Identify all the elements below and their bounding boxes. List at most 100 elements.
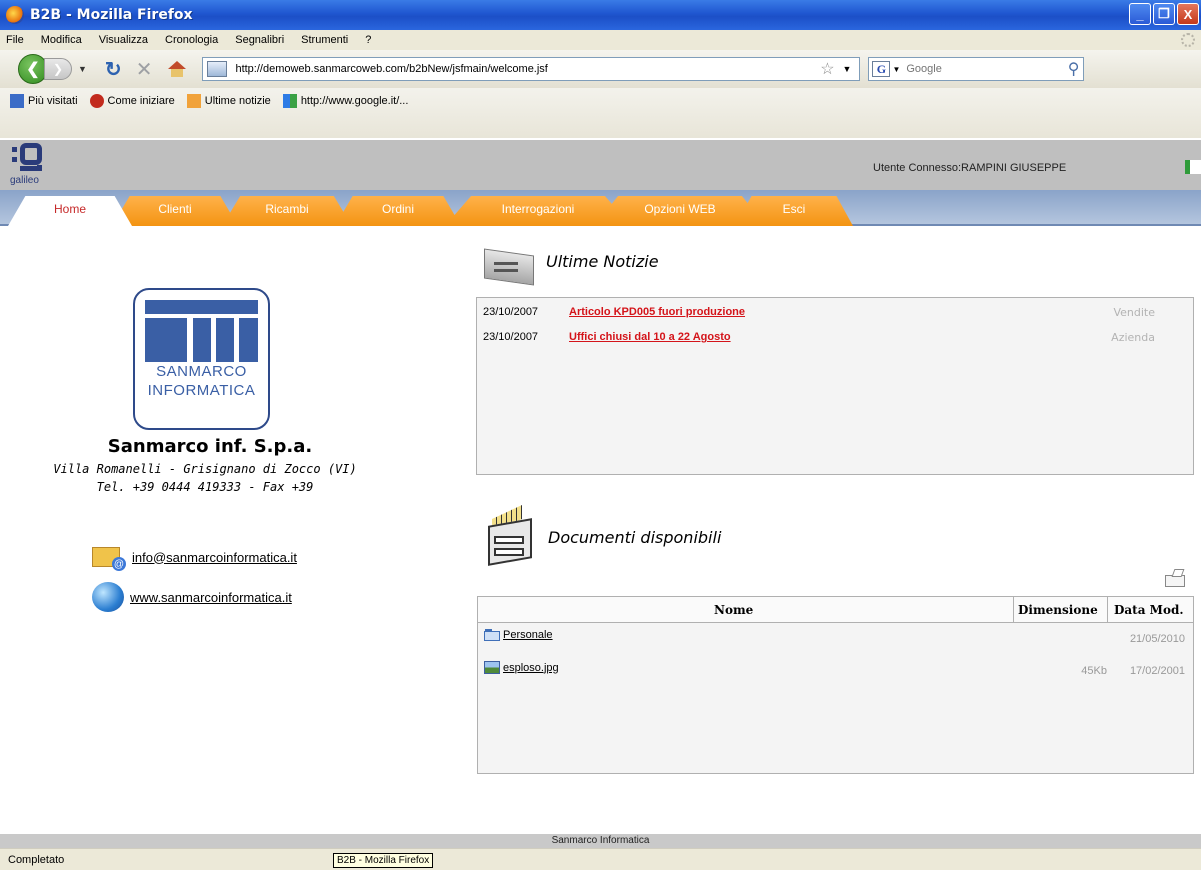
logo-text: galileo	[10, 175, 39, 186]
arrow-right-icon: ❯	[52, 62, 64, 76]
sanmarco-logo: SANMARCO INFORMATICA	[133, 288, 270, 430]
bookmarks-toolbar: Più visitati Come iniziare Ultime notizi…	[0, 88, 1201, 138]
email-icon: @	[92, 543, 126, 571]
url-bar[interactable]: http://demoweb.sanmarcoweb.com/b2bNew/js…	[202, 57, 861, 81]
menu-modifica[interactable]: Modifica	[41, 34, 82, 46]
search-icon[interactable]: ⚲	[1068, 59, 1080, 79]
menu-cronologia[interactable]: Cronologia	[165, 34, 218, 46]
bookmark-getting-started[interactable]: Come iniziare	[89, 94, 175, 108]
search-engine-dropdown-icon[interactable]: ▼	[892, 65, 900, 74]
arrow-left-icon: ❮	[26, 61, 40, 78]
main-tab-bar: Esci Opzioni WEB Interrogazioni Ordini R…	[0, 190, 1201, 226]
getting-started-icon	[89, 94, 104, 108]
image-file-icon	[484, 661, 500, 674]
folder-icon	[484, 629, 500, 641]
document-name: esploso.jpg	[484, 661, 559, 674]
taskbar-tooltip: B2B - Mozilla Firefox	[333, 853, 434, 868]
status-bar: Completato B2B - Mozilla Firefox	[0, 848, 1201, 870]
bookmark-latest-news[interactable]: Ultime notizie	[186, 94, 271, 108]
forward-button[interactable]: ❯	[44, 58, 72, 80]
document-name: Personale	[484, 629, 553, 641]
window-controls: _ ❐ X	[1129, 3, 1199, 25]
news-category: Azienda	[1111, 331, 1155, 344]
documents-table: Nome Dimensione Data Mod. Personale 21/0…	[477, 596, 1194, 774]
menu-strumenti[interactable]: Strumenti	[301, 34, 348, 46]
news-category: Vendite	[1113, 306, 1155, 319]
home-icon[interactable]	[168, 61, 187, 77]
bookmark-label: Più visitati	[28, 95, 78, 107]
document-date: 21/05/2010	[1129, 633, 1185, 645]
app-footer: Sanmarco Informatica	[0, 834, 1201, 848]
email-contact: @ info@sanmarcoinformatica.it	[92, 543, 297, 571]
window-title: B2B - Mozilla Firefox	[30, 7, 193, 23]
reload-icon[interactable]: ↻	[105, 57, 122, 82]
url-dropdown-icon[interactable]: ▼	[843, 64, 852, 74]
news-item: 23/10/2007 Articolo KPD005 fuori produzi…	[483, 306, 1183, 322]
bookmark-star-icon[interactable]: ☆	[820, 59, 834, 79]
menu-bar: File Modifica Visualizza Cronologia Segn…	[0, 30, 1201, 50]
galileo-logo: galileo	[10, 141, 50, 187]
logo-line-2: INFORMATICA	[147, 382, 256, 399]
most-visited-icon	[10, 94, 24, 108]
file-cabinet-icon	[482, 505, 540, 566]
connected-user-label: Utente Connesso:RAMPINI GIUSEPPE	[873, 162, 1067, 174]
document-date: 17/02/2001	[1129, 665, 1185, 677]
app-header: galileo Utente Connesso:RAMPINI GIUSEPPE	[0, 140, 1201, 190]
menu-help[interactable]: ?	[365, 34, 371, 46]
firefox-logo-icon	[6, 6, 24, 24]
column-header-size[interactable]: Dimensione	[1018, 603, 1098, 617]
maximize-button[interactable]: ❐	[1153, 3, 1175, 25]
news-title: Ultime Notizie	[546, 252, 659, 271]
minimize-button[interactable]: _	[1129, 3, 1151, 25]
tab-ordini[interactable]: Ordini	[335, 196, 461, 226]
column-header-name[interactable]: Nome	[714, 603, 753, 617]
tab-interrogazioni[interactable]: Interrogazioni	[445, 196, 631, 226]
throbber-icon	[1181, 33, 1195, 47]
documents-title: Documenti disponibili	[548, 528, 722, 547]
document-link[interactable]: esploso.jpg	[503, 662, 559, 674]
news-link[interactable]: Uffici chiusi dal 10 a 22 Agosto	[569, 331, 731, 343]
news-date: 23/10/2007	[483, 331, 539, 343]
menu-visualizza[interactable]: Visualizza	[99, 34, 148, 46]
search-box[interactable]: G ▼ ⚲	[868, 57, 1085, 81]
site-identity-icon[interactable]	[207, 61, 228, 77]
tab-ricambi[interactable]: Ricambi	[222, 196, 352, 226]
bookmark-label: http://www.google.it/...	[300, 95, 409, 107]
menu-segnalibri[interactable]: Segnalibri	[235, 34, 284, 46]
menu-file[interactable]: File	[6, 34, 24, 46]
bookmark-label: Ultime notizie	[204, 95, 271, 107]
search-input[interactable]	[906, 63, 1057, 75]
italian-flag-icon[interactable]	[1185, 160, 1201, 174]
tab-home[interactable]: Home	[8, 196, 132, 226]
website-link[interactable]: www.sanmarcoinformatica.it	[130, 590, 292, 605]
rss-feed-icon	[186, 94, 201, 108]
table-row[interactable]: esploso.jpg 45Kb 17/02/2001	[478, 657, 1193, 679]
url-text[interactable]: http://demoweb.sanmarcoweb.com/b2bNew/js…	[235, 63, 820, 75]
table-row[interactable]: Personale 21/05/2010	[478, 625, 1193, 647]
stop-icon[interactable]: ✕	[136, 57, 153, 82]
document-size: 45Kb	[1081, 665, 1107, 677]
tab-clienti[interactable]: Clienti	[112, 196, 238, 226]
window-title-bar: B2B - Mozilla Firefox _ ❐ X	[0, 0, 1201, 30]
search-engine-icon[interactable]: G	[872, 61, 891, 77]
logo-line-1: SANMARCO	[156, 363, 247, 380]
company-address: Villa Romanelli - Grisignano di Zocco (V…	[53, 462, 357, 476]
status-text: Completato	[8, 854, 65, 866]
history-dropdown-icon[interactable]: ▼	[78, 64, 87, 74]
company-name: Sanmarco inf. S.p.a.	[107, 436, 313, 457]
bookmark-google[interactable]: http://www.google.it/...	[282, 94, 409, 108]
bookmark-most-visited[interactable]: Più visitati	[10, 94, 78, 108]
table-header: Nome Dimensione Data Mod.	[478, 597, 1193, 623]
news-item: 23/10/2007 Uffici chiusi dal 10 a 22 Ago…	[483, 331, 1183, 347]
bookmark-label: Come iniziare	[107, 95, 175, 107]
news-date: 23/10/2007	[483, 306, 539, 318]
news-panel: 23/10/2007 Articolo KPD005 fuori produzi…	[476, 297, 1194, 475]
news-link[interactable]: Articolo KPD005 fuori produzione	[569, 306, 745, 318]
column-header-date[interactable]: Data Mod.	[1114, 603, 1184, 617]
globe-icon	[92, 582, 124, 612]
upload-icon[interactable]	[1165, 569, 1185, 587]
close-button[interactable]: X	[1177, 3, 1199, 25]
email-link[interactable]: info@sanmarcoinformatica.it	[132, 550, 297, 565]
google-icon	[282, 94, 297, 108]
document-link[interactable]: Personale	[503, 629, 553, 641]
